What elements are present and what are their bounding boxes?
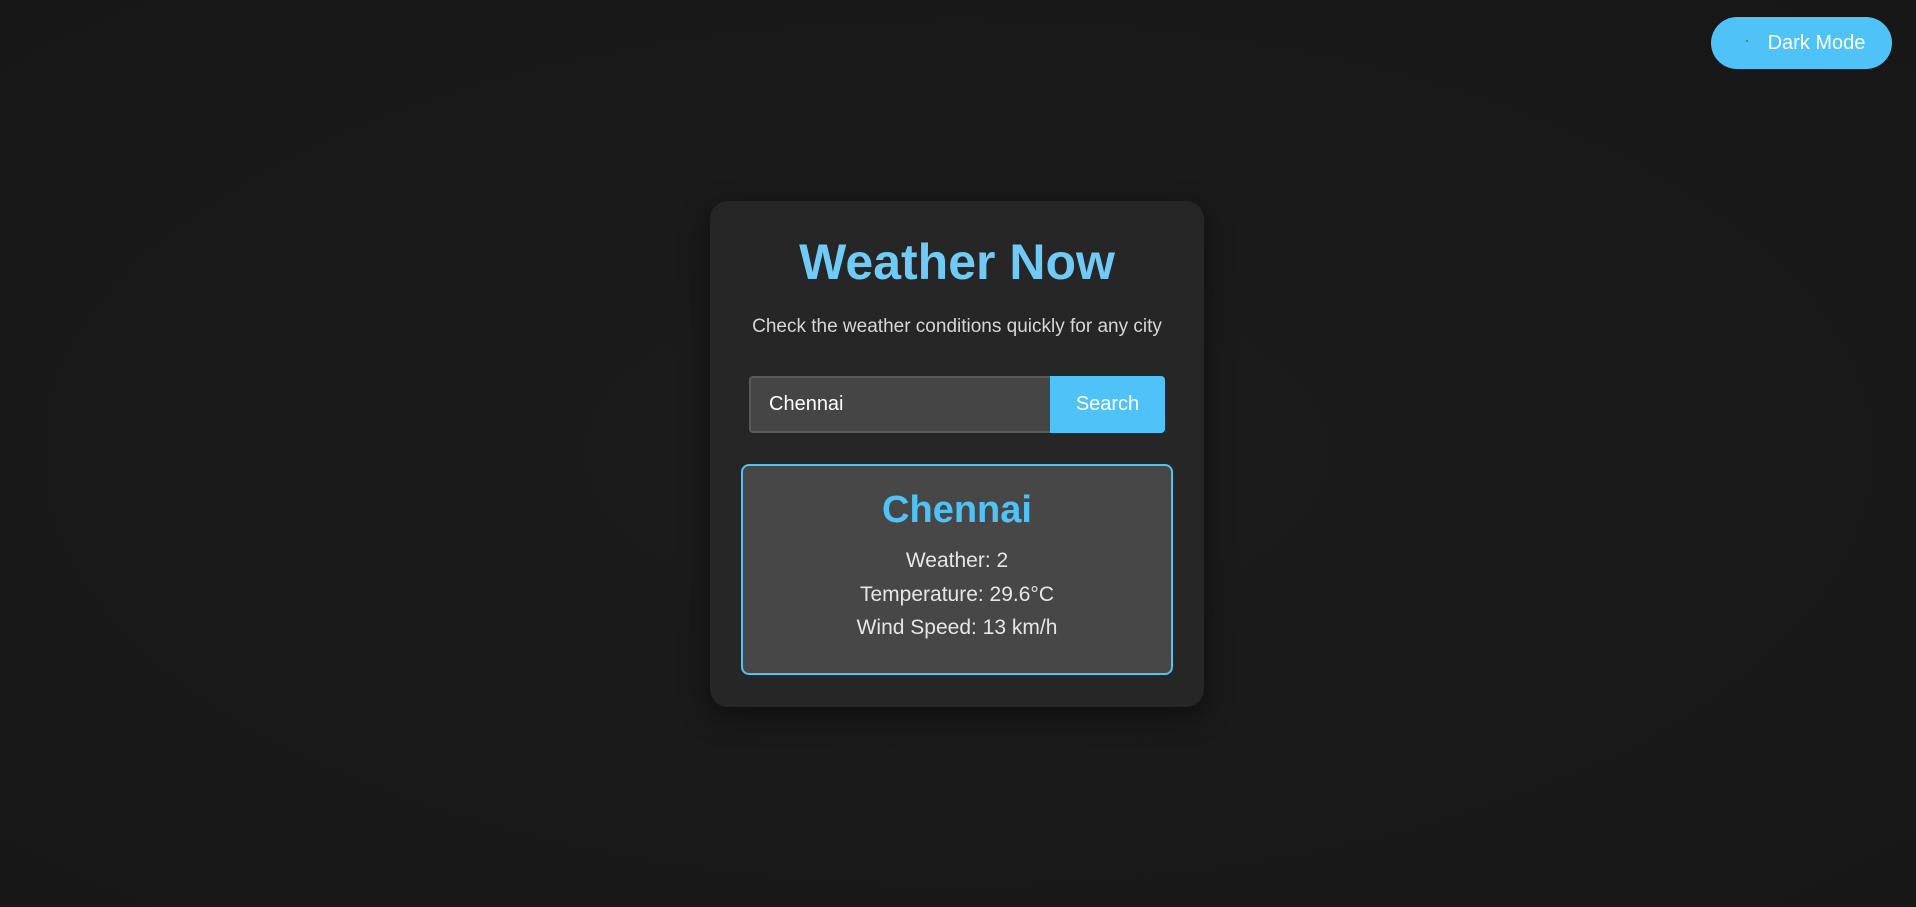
city-search-input[interactable] bbox=[749, 376, 1050, 433]
weather-result-box: Chennai Weather: 2 Temperature: 29.6°C W… bbox=[741, 464, 1173, 675]
dark-mode-toggle-button[interactable]: Dark Mode bbox=[1711, 17, 1892, 69]
search-form: Search bbox=[749, 376, 1165, 433]
result-wind-speed: Wind Speed: 13 km/h bbox=[856, 616, 1058, 639]
page: Dark Mode Weather Now Check the weather … bbox=[0, 0, 1916, 907]
weather-card: Weather Now Check the weather conditions… bbox=[710, 201, 1204, 707]
search-button[interactable]: Search bbox=[1050, 376, 1165, 433]
result-city-name: Chennai bbox=[882, 489, 1032, 531]
page-title: Weather Now bbox=[799, 234, 1115, 290]
dark-mode-label: Dark Mode bbox=[1767, 31, 1866, 54]
moon-icon bbox=[1738, 33, 1758, 53]
page-subtitle: Check the weather conditions quickly for… bbox=[752, 316, 1162, 337]
result-temperature: Temperature: 29.6°C bbox=[860, 583, 1054, 606]
result-weather: Weather: 2 bbox=[905, 549, 1009, 572]
